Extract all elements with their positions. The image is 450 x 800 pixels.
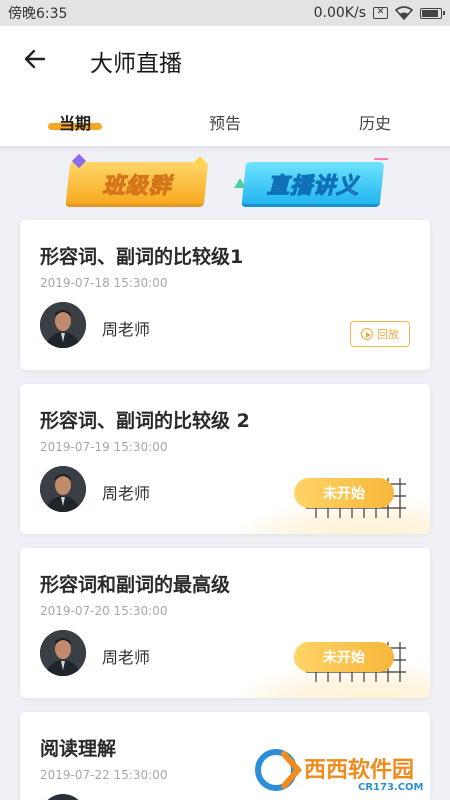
teacher-photo-icon — [40, 630, 86, 676]
session-date: 2019-07-22 15:30:00 — [40, 768, 168, 782]
tab-history[interactable]: 历史 — [300, 96, 450, 146]
teacher-avatar — [40, 302, 86, 348]
network-speed: 0.00K/s — [313, 5, 366, 21]
play-circle-icon — [361, 328, 373, 340]
session-title: 形容词和副词的最高级 — [40, 574, 231, 596]
battery-icon — [420, 7, 445, 19]
session-date: 2019-07-18 15:30:00 — [40, 276, 168, 290]
class-group-banner[interactable]: 班级群 — [65, 153, 209, 206]
session-date: 2019-07-19 15:30:00 — [40, 440, 168, 454]
replay-label: 回放 — [377, 328, 399, 341]
tab-label: 历史 — [358, 114, 391, 133]
status-bar: 傍晚6:35 0.00K/s ✕ — [0, 0, 450, 26]
session-title: 阅读理解 — [40, 738, 117, 760]
back-button[interactable] — [22, 46, 48, 72]
tab-bar: 当期 预告 历史 — [0, 96, 450, 146]
watermark-logo: 西西软件园 CR173.COM — [255, 749, 424, 793]
live-session-card[interactable]: 形容词和副词的最高级 2019-07-20 15:30:00 周老师 未开始 — [20, 548, 430, 698]
teacher-name: 周老师 — [102, 648, 151, 667]
watermark-name: 西西软件园 — [304, 757, 414, 783]
status-indicators: 0.00K/s ✕ — [313, 5, 445, 21]
tab-upcoming[interactable]: 预告 — [150, 96, 300, 146]
session-title: 形容词、副词的比较级1 — [40, 246, 244, 268]
not-started-badge: 未开始 — [294, 478, 394, 508]
live-notes-banner[interactable]: 直播讲义 — [234, 156, 388, 206]
live-session-card[interactable]: 形容词、副词的比较级1 2019-07-18 15:30:00 周老师 回放 — [20, 220, 430, 370]
page-title: 大师直播 — [90, 51, 182, 77]
zigzag-decoration — [374, 158, 388, 164]
teacher-photo-icon — [40, 302, 86, 348]
live-session-card[interactable]: 形容词、副词的比较级 2 2019-07-19 15:30:00 周老师 未开始 — [20, 384, 430, 534]
teacher-name: 周老师 — [102, 320, 151, 339]
back-arrow-icon — [24, 49, 46, 69]
tab-divider — [0, 146, 450, 152]
teacher-photo-icon — [40, 466, 86, 512]
tab-current[interactable]: 当期 — [0, 96, 150, 146]
session-title: 形容词、副词的比较级 2 — [40, 410, 250, 432]
teacher-name: 周老师 — [102, 484, 151, 503]
teacher-avatar — [40, 466, 86, 512]
app-header: 大师直播 — [0, 26, 450, 96]
teacher-avatar — [40, 794, 86, 800]
status-time: 傍晚6:35 — [8, 6, 68, 22]
banner-label: 班级群 — [102, 174, 172, 200]
tab-label: 预告 — [208, 114, 241, 133]
teacher-avatar — [40, 630, 86, 676]
not-started-badge: 未开始 — [294, 642, 394, 672]
replay-button[interactable]: 回放 — [350, 321, 410, 347]
watermark-domain: CR173.COM — [358, 782, 424, 793]
tab-label: 当期 — [58, 114, 91, 133]
session-date: 2019-07-20 15:30:00 — [40, 604, 168, 618]
sim-disabled-icon: ✕ — [373, 7, 388, 19]
wifi-icon — [395, 6, 413, 20]
banner-label: 直播讲义 — [266, 174, 359, 200]
